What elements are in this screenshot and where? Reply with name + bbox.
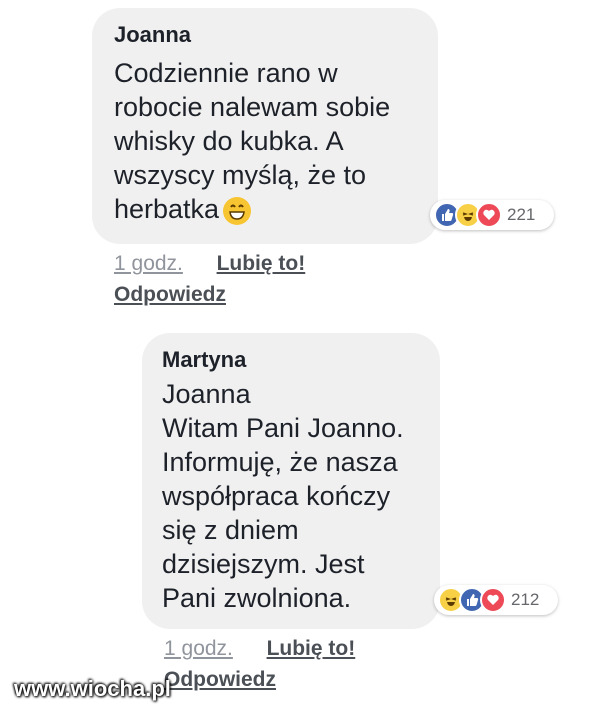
reaction-count: 212 (511, 590, 540, 609)
comment-actions-reply: Odpowiedz (114, 283, 226, 307)
comment-author[interactable]: Martyna (162, 347, 424, 373)
love-icon (476, 202, 502, 228)
mention-joanna[interactable]: Joanna (162, 377, 424, 411)
comment-author[interactable]: Joanna (114, 22, 418, 48)
reactions-summary[interactable]: 212 (434, 585, 558, 615)
comment-text: Witam Pani Joanno. Informuję, że nasza w… (162, 413, 404, 613)
watermark: www.wiocha.pl (14, 676, 171, 701)
like-link[interactable]: Lubię to! (217, 252, 306, 275)
comment-text-wrap: Codziennie rano w robocie nalewam sobie … (114, 56, 418, 228)
reaction-count: 221 (507, 205, 536, 224)
reply-link[interactable]: Odpowiedz (114, 283, 226, 306)
love-icon (480, 587, 506, 613)
comment-bubble-joanna: Joanna Codziennie rano w robocie nalewam… (92, 8, 438, 244)
like-link[interactable]: Lubię to! (267, 637, 356, 660)
comment-actions: 1 godz. Lubię to! (114, 252, 305, 276)
comment-text: Codziennie rano w robocie nalewam sobie … (114, 58, 391, 224)
comment-bubble-martyna: Martyna Joanna Witam Pani Joanno. Inform… (142, 333, 440, 629)
reply-link[interactable]: Odpowiedz (164, 668, 276, 691)
comment-actions: 1 godz. Lubię to! (164, 637, 355, 661)
comment-actions-reply: Odpowiedz (164, 668, 276, 692)
comment-timestamp[interactable]: 1 godz. (114, 252, 183, 275)
grinning-face-emoji-icon (223, 196, 252, 225)
comment-timestamp[interactable]: 1 godz. (164, 637, 233, 660)
reactions-summary[interactable]: 221 (430, 200, 554, 230)
